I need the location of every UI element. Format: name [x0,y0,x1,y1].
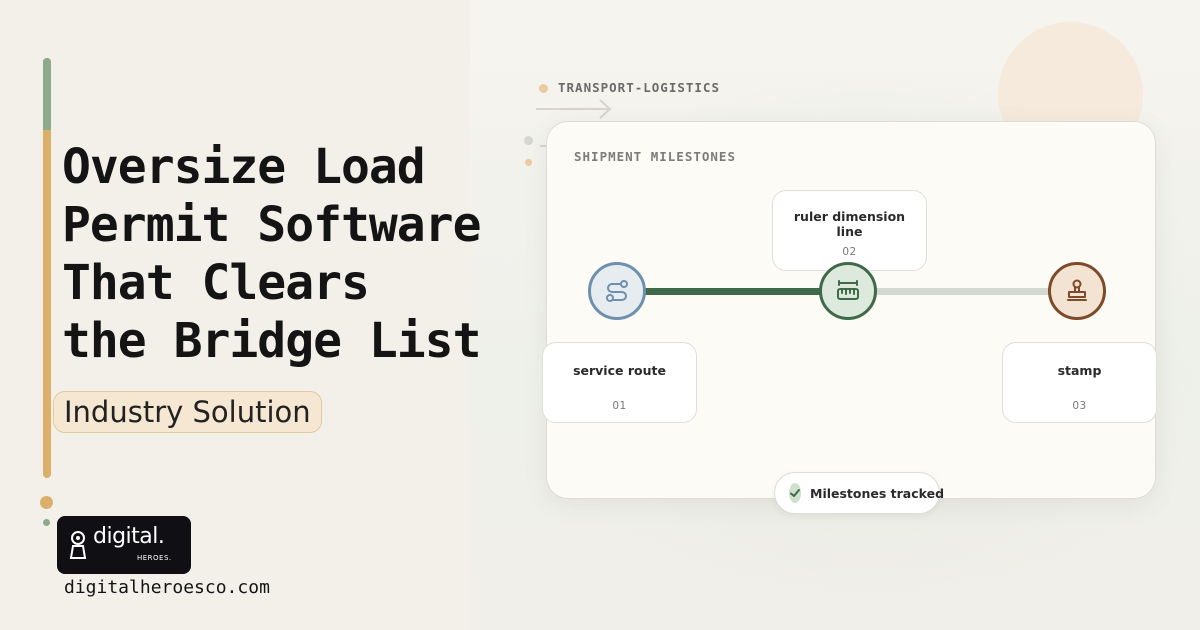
logo-wordmark: digital. [93,524,165,549]
milestone-label: stamp 03 [1002,342,1157,423]
progress-track-remaining [850,288,1080,295]
headline: Oversize Load Permit Software That Clear… [62,138,482,370]
milestone-label: ruler dimension line 02 [772,190,927,271]
milestone-number: 03 [1072,400,1087,412]
milestone-node[interactable] [588,262,646,320]
card-title: SHIPMENT MILESTONES [574,149,736,164]
check-icon [789,483,801,503]
milestone-number: 01 [612,400,627,412]
website-url[interactable]: digitalheroesco.com [64,577,270,598]
stamp-icon [1067,279,1087,301]
ruler-icon [837,280,859,300]
progress-track-completed [620,288,850,295]
milestone-name: ruler dimension line [793,209,906,239]
hero-mascot-icon [69,531,87,559]
logo-subtext: HEROES. [137,554,172,562]
headline-line: the Bridge List [62,313,481,369]
milestone-node[interactable] [819,262,877,320]
decorative-dot [40,496,53,509]
milestone-number: 02 [842,246,857,258]
brand-logo[interactable]: digital. HEROES. [57,516,191,574]
decorative-dot [43,519,50,526]
industry-tag: TRANSPORT-LOGISTICS [558,80,720,95]
headline-line: That Clears [62,255,370,311]
industry-solution-pill: Industry Solution [53,391,322,433]
milestones-tracked-badge: Milestones tracked [774,472,944,514]
milestone-node[interactable] [1048,262,1106,320]
decorative-dot [539,84,548,93]
milestone-name: stamp [1057,363,1102,378]
accent-bar-highlight [43,58,51,130]
milestone-name: service route [573,363,666,378]
route-icon [606,280,628,302]
milestone-label: service route 01 [542,342,697,423]
badge-text: Milestones tracked [810,485,945,501]
headline-line: Oversize Load [62,139,426,195]
headline-line: Permit Software [62,197,481,253]
decorative-dot [525,159,532,166]
decorative-dot [524,136,533,145]
